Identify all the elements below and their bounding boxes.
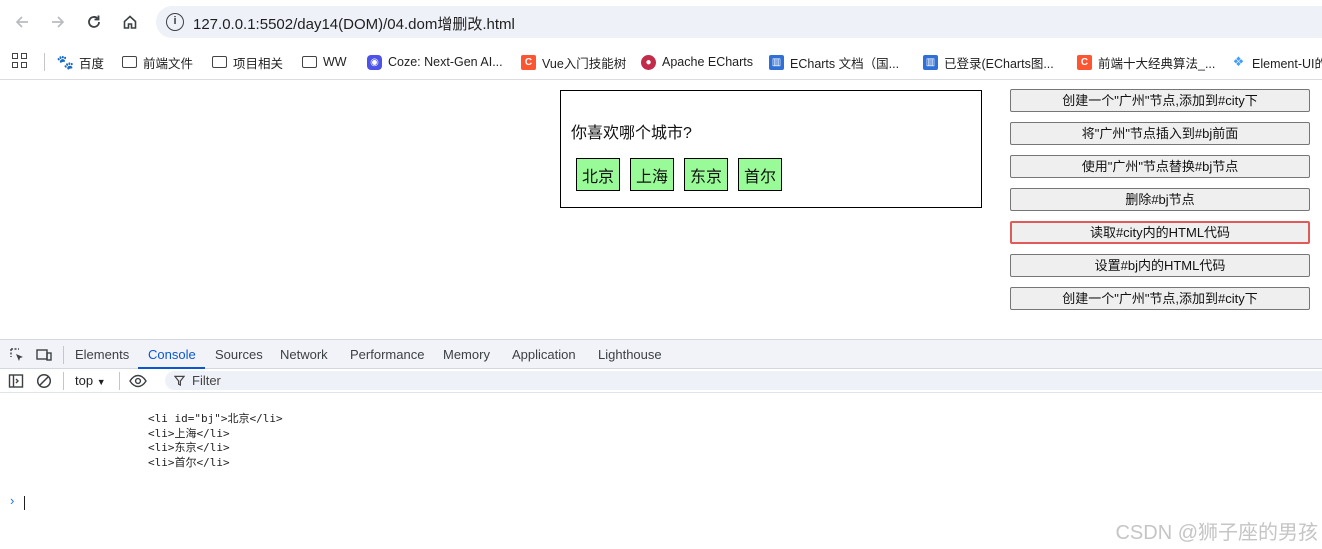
bookmark-echarts-docs[interactable]: ▥ ECharts 文档（国... xyxy=(769,52,899,72)
devtools-tabbar: Elements Console Sources Network Perform… xyxy=(0,339,1322,369)
bookmarks-divider xyxy=(44,53,45,71)
bookmark-coze[interactable]: ◉ Coze: Next-Gen AI... xyxy=(367,52,503,72)
bookmark-echarts-logged[interactable]: ▥ 已登录(ECharts图... xyxy=(923,52,1054,72)
console-line: <li>首尔</li> xyxy=(148,455,230,469)
site-info-icon[interactable]: i xyxy=(166,13,184,31)
device-toolbar-icon[interactable] xyxy=(36,347,52,363)
coze-icon: ◉ xyxy=(367,54,382,70)
tab-sources[interactable]: Sources xyxy=(215,347,263,362)
tab-elements[interactable]: Elements xyxy=(75,347,129,362)
insert-before-bj-button[interactable]: 将"广州"节点插入到#bj前面 xyxy=(1010,122,1310,145)
reload-icon[interactable] xyxy=(81,9,107,35)
bookmark-frontend-files[interactable]: 前端文件 xyxy=(122,52,193,72)
console-line: <li id="bj">北京</li> xyxy=(148,412,283,425)
bookmark-label: ECharts 文档（国... xyxy=(790,56,900,71)
browser-toolbar: i 127.0.0.1:5502/day14(DOM)/04.dom增删改.ht… xyxy=(0,0,1322,44)
toolbar-divider xyxy=(119,372,120,390)
city-item: 东京 xyxy=(684,158,728,191)
bookmarks-bar: 🐾 百度 前端文件 项目相关 WW ◉ Coze: Next-Gen AI... C… xyxy=(0,44,1322,80)
city-item-bj: 北京 xyxy=(576,158,620,191)
bookmark-label: 项目相关 xyxy=(233,56,284,71)
clear-console-icon[interactable] xyxy=(36,373,52,389)
city-item: 首尔 xyxy=(738,158,782,191)
url-text[interactable]: 127.0.0.1:5502/day14(DOM)/04.dom增删改.html xyxy=(193,13,515,34)
csdn-icon: C xyxy=(521,54,536,70)
element-icon: ❖ xyxy=(1232,54,1245,69)
watermark: CSDN @狮子座的男孩 xyxy=(1115,522,1318,544)
create-gz-append-button-2[interactable]: 创建一个"广州"节点,添加到#city下 xyxy=(1010,287,1310,310)
console-prompt-icon: › xyxy=(10,493,15,508)
tab-lighthouse[interactable]: Lighthouse xyxy=(598,347,662,362)
tab-application[interactable]: Application xyxy=(512,347,576,362)
bookmark-label: 前端文件 xyxy=(143,56,194,71)
city-item: 上海 xyxy=(630,158,674,191)
tab-memory[interactable]: Memory xyxy=(443,347,490,362)
apps-grid-icon[interactable] xyxy=(12,53,28,69)
csdn-icon: C xyxy=(1077,54,1092,70)
tabbar-divider xyxy=(63,346,64,364)
remove-bj-button[interactable]: 删除#bj节点 xyxy=(1010,188,1310,211)
echarts-icon: ▥ xyxy=(769,54,784,70)
tab-performance[interactable]: Performance xyxy=(350,347,424,362)
eye-icon[interactable] xyxy=(129,373,147,389)
create-gz-append-button[interactable]: 创建一个"广州"节点,添加到#city下 xyxy=(1010,89,1310,112)
bookmark-label: 百度 xyxy=(79,56,105,71)
caret-down-icon: ▼ xyxy=(96,377,106,387)
console-input[interactable] xyxy=(24,496,25,510)
bookmark-ww[interactable]: WW xyxy=(302,52,347,72)
console-line: <li>东京</li> xyxy=(148,441,230,454)
city-box: 你喜欢哪个城市? 北京 上海 东京 首尔 xyxy=(560,90,982,208)
bookmark-project[interactable]: 项目相关 xyxy=(212,52,283,72)
address-bar[interactable]: i 127.0.0.1:5502/day14(DOM)/04.dom增删改.ht… xyxy=(156,6,1322,38)
bookmark-element-ui[interactable]: ❖ Element-UI的 xyxy=(1231,52,1322,72)
filter-icon xyxy=(174,375,185,386)
devtools-panel: Elements Console Sources Network Perform… xyxy=(0,339,1322,549)
read-city-html-button[interactable]: 读取#city内的HTML代码 xyxy=(1010,221,1310,244)
sidebar-toggle-icon[interactable] xyxy=(8,373,24,389)
apache-icon: ● xyxy=(641,54,656,70)
bookmark-algorithms[interactable]: C 前端十大经典算法_... xyxy=(1077,52,1215,72)
console-output: <li id="bj">北京</li> <li>上海</li> <li>东京</li… xyxy=(148,412,283,470)
console-line: <li>上海</li> xyxy=(148,426,230,440)
tab-console[interactable]: Console xyxy=(148,347,196,362)
toolbar-divider xyxy=(63,372,64,390)
console-filter-input[interactable]: Filter xyxy=(165,371,1322,390)
context-label: top xyxy=(75,373,94,388)
bookmark-label: Vue入门技能树 xyxy=(542,56,627,71)
folder-icon xyxy=(302,56,317,68)
home-icon[interactable] xyxy=(117,9,143,35)
echarts-icon: ▥ xyxy=(923,54,938,70)
context-selector[interactable]: top ▼ xyxy=(75,373,106,388)
bookmark-vue[interactable]: C Vue入门技能树 xyxy=(521,52,626,72)
arrow-left-icon[interactable] xyxy=(9,9,35,35)
bookmark-label: 前端十大经典算法_... xyxy=(1098,56,1216,71)
action-buttons: 创建一个"广州"节点,添加到#city下 将"广州"节点插入到#bj前面 使用"… xyxy=(1010,89,1310,320)
bookmark-label: Element-UI的 xyxy=(1252,56,1322,71)
console-toolbar: top ▼ Filter xyxy=(0,369,1322,393)
page-viewport: 你喜欢哪个城市? 北京 上海 东京 首尔 创建一个"广州"节点,添加到#city… xyxy=(0,81,1322,339)
folder-icon xyxy=(212,56,227,68)
tab-network[interactable]: Network xyxy=(280,347,328,362)
bookmark-label: WW xyxy=(323,55,347,69)
arrow-right-icon[interactable] xyxy=(45,9,71,35)
baidu-icon: 🐾 xyxy=(56,53,75,70)
inspect-element-icon[interactable] xyxy=(9,347,25,363)
replace-bj-button[interactable]: 使用"广州"节点替换#bj节点 xyxy=(1010,155,1310,178)
bookmark-label: 已登录(ECharts图... xyxy=(944,56,1054,71)
bookmark-label: Apache ECharts xyxy=(662,55,754,69)
city-list: 北京 上海 东京 首尔 xyxy=(576,158,792,191)
filter-placeholder: Filter xyxy=(192,373,221,388)
bookmark-baidu[interactable]: 🐾 百度 xyxy=(56,52,105,72)
set-bj-html-button[interactable]: 设置#bj内的HTML代码 xyxy=(1010,254,1310,277)
bookmark-label: Coze: Next-Gen AI... xyxy=(388,55,503,69)
folder-icon xyxy=(122,56,137,68)
city-question: 你喜欢哪个城市? xyxy=(571,125,692,142)
bookmark-apache-echarts[interactable]: ● Apache ECharts xyxy=(641,52,753,72)
